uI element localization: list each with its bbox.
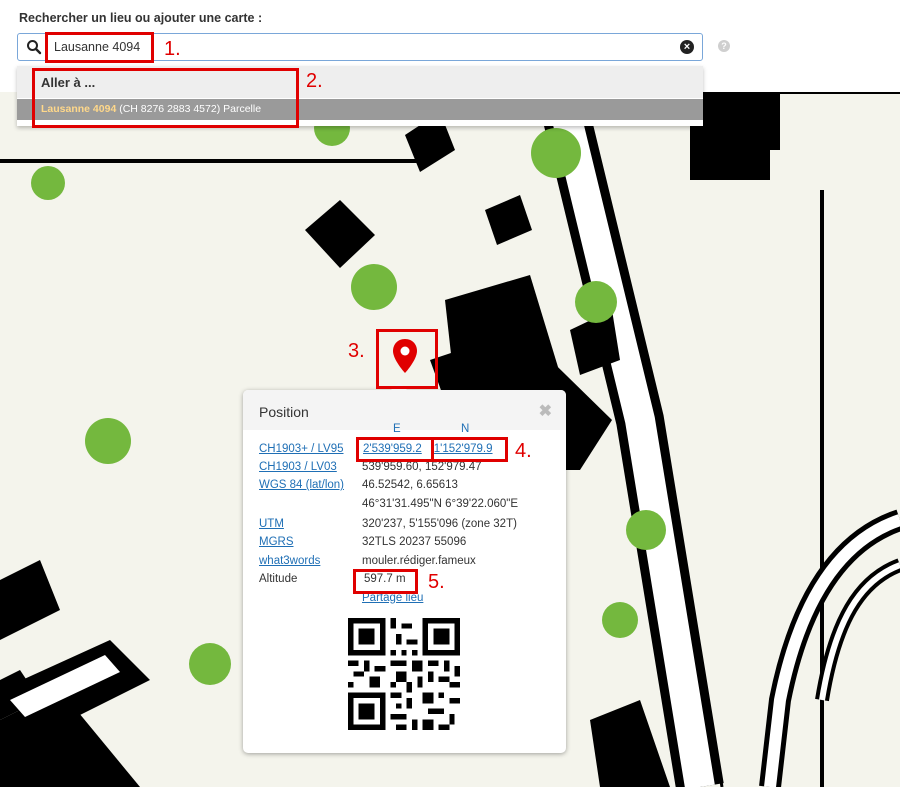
clear-icon[interactable]: × <box>680 40 694 54</box>
annotation-box-1 <box>45 32 154 63</box>
wgs84-dms-value: 46°31'31.495"N 6°39'22.060"E <box>362 498 519 510</box>
annotation-box-5 <box>353 569 418 594</box>
annotation-number-1: 1. <box>164 38 181 60</box>
column-e-label: E <box>393 423 401 435</box>
close-icon[interactable]: ✖ <box>539 401 552 421</box>
link-lv95[interactable]: CH1903+ / LV95 <box>259 443 344 455</box>
utm-value: 320'237, 5'155'096 (zone 32T) <box>362 518 517 530</box>
popup-title: Position <box>259 404 309 420</box>
annotation-number-4: 4. <box>515 440 532 462</box>
annotation-box-4b <box>431 437 508 462</box>
annotation-number-3: 3. <box>348 340 365 362</box>
altitude-label: Altitude <box>259 573 298 585</box>
search-icon[interactable] <box>26 39 42 55</box>
link-utm[interactable]: UTM <box>259 518 284 530</box>
column-n-label: N <box>461 423 470 435</box>
annotation-number-2: 2. <box>306 70 323 92</box>
link-lv03[interactable]: CH1903 / LV03 <box>259 461 337 473</box>
annotation-box-2 <box>32 68 299 128</box>
link-wgs84[interactable]: WGS 84 (lat/lon) <box>259 479 344 491</box>
what3words-value: mouler.rédiger.fameux <box>362 555 476 567</box>
mgrs-value: 32TLS 20237 55096 <box>362 536 467 548</box>
annotation-number-5: 5. <box>428 571 445 593</box>
help-icon[interactable]: ? <box>718 40 730 52</box>
search-title: Rechercher un lieu ou ajouter une carte … <box>19 11 263 25</box>
popup-header: Position ✖ <box>243 390 566 430</box>
wgs84-value: 46.52542, 6.65613 <box>362 479 458 491</box>
link-what3words[interactable]: what3words <box>259 555 320 567</box>
link-mgrs[interactable]: MGRS <box>259 536 294 548</box>
lv03-value: 539'959.60, 152'979.47 <box>362 461 482 473</box>
qr-code <box>348 618 460 730</box>
annotation-box-4a <box>356 437 434 462</box>
annotation-box-3 <box>376 329 438 389</box>
